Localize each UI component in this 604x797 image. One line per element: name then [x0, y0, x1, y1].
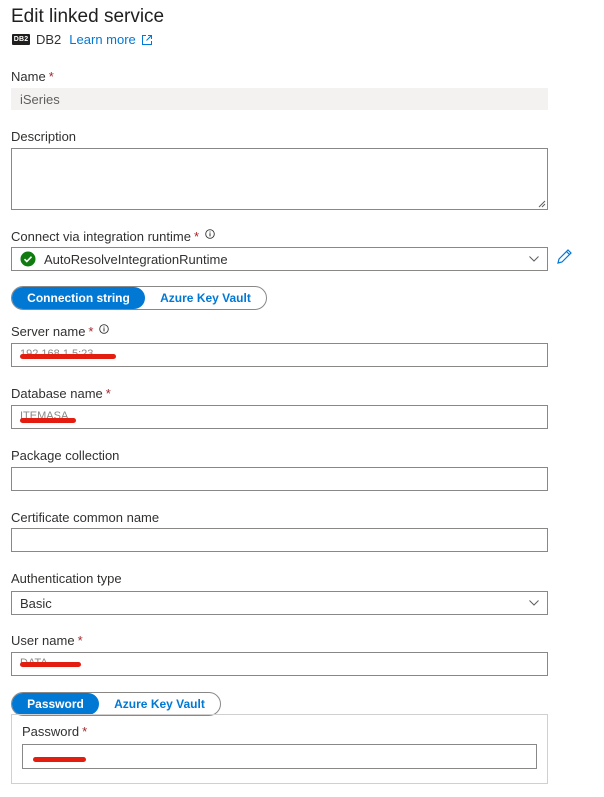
info-icon[interactable]: [99, 323, 110, 334]
required-marker: *: [193, 229, 199, 244]
database-name-label: Database name: [11, 386, 103, 401]
resize-grip-icon[interactable]: [538, 200, 546, 208]
required-marker: *: [82, 724, 88, 739]
chevron-down-icon[interactable]: [529, 600, 539, 606]
description-label: Description: [11, 129, 77, 144]
runtime-label: Connect via integration runtime: [11, 229, 191, 244]
required-marker: *: [77, 633, 83, 648]
authentication-type-dropdown[interactable]: Basic: [11, 591, 548, 615]
required-marker: *: [105, 386, 111, 401]
required-marker: *: [48, 69, 54, 84]
server-name-label-row: Server name *: [11, 323, 110, 339]
password-label-row: Password *: [22, 724, 87, 739]
external-link-icon[interactable]: [141, 34, 153, 46]
user-name-label: User name: [11, 633, 75, 648]
learn-more-label[interactable]: Learn more: [69, 32, 135, 47]
redaction-mark: [33, 757, 86, 762]
chevron-down-icon[interactable]: [529, 256, 539, 262]
server-name-input[interactable]: 192.168.1.5:23: [11, 343, 548, 367]
runtime-value: AutoResolveIntegrationRuntime: [44, 251, 228, 267]
redaction-mark: [20, 418, 76, 423]
user-name-label-row: User name *: [11, 633, 83, 648]
connection-string-option[interactable]: Connection string: [12, 287, 145, 309]
required-marker: *: [88, 324, 94, 339]
learn-more-link[interactable]: Learn more: [69, 32, 152, 47]
database-name-input[interactable]: ITEMASA: [11, 405, 548, 429]
package-collection-label: Package collection: [11, 448, 120, 463]
redaction-mark: [20, 662, 81, 667]
db2-icon: DB2: [12, 34, 30, 45]
package-collection-input[interactable]: [11, 467, 548, 491]
info-icon[interactable]: [205, 228, 215, 239]
name-field[interactable]: iSeries: [11, 88, 548, 110]
authentication-type-label: Authentication type: [11, 571, 122, 586]
service-type-row: DB2 DB2 Learn more: [12, 32, 153, 47]
description-textarea[interactable]: [11, 148, 548, 210]
runtime-label-row: Connect via integration runtime *: [11, 228, 215, 244]
server-name-label: Server name: [11, 324, 86, 339]
password-source-toggle: Password Azure Key Vault: [11, 692, 221, 716]
edit-pencil-icon[interactable]: [555, 248, 573, 266]
connection-source-toggle: Connection string Azure Key Vault: [11, 286, 267, 310]
password-panel: Password *: [11, 714, 548, 784]
page-title: Edit linked service: [11, 6, 165, 27]
check-circle-icon: [20, 251, 36, 267]
service-type-label: DB2: [36, 32, 62, 47]
certificate-common-name-label: Certificate common name: [11, 510, 160, 525]
password-label: Password: [22, 724, 80, 739]
user-name-input[interactable]: DATA: [11, 652, 548, 676]
name-label: Name: [11, 69, 46, 84]
certificate-common-name-input[interactable]: [11, 528, 548, 552]
database-name-label-row: Database name *: [11, 386, 111, 401]
password-option[interactable]: Password: [12, 693, 99, 715]
runtime-dropdown[interactable]: AutoResolveIntegrationRuntime: [11, 247, 548, 271]
redaction-mark: [20, 354, 116, 359]
name-label-row: Name *: [11, 69, 54, 84]
password-input[interactable]: [22, 744, 537, 769]
authentication-type-value: Basic: [20, 595, 52, 611]
azure-key-vault-option[interactable]: Azure Key Vault: [145, 287, 266, 309]
azure-key-vault-option[interactable]: Azure Key Vault: [99, 693, 220, 715]
